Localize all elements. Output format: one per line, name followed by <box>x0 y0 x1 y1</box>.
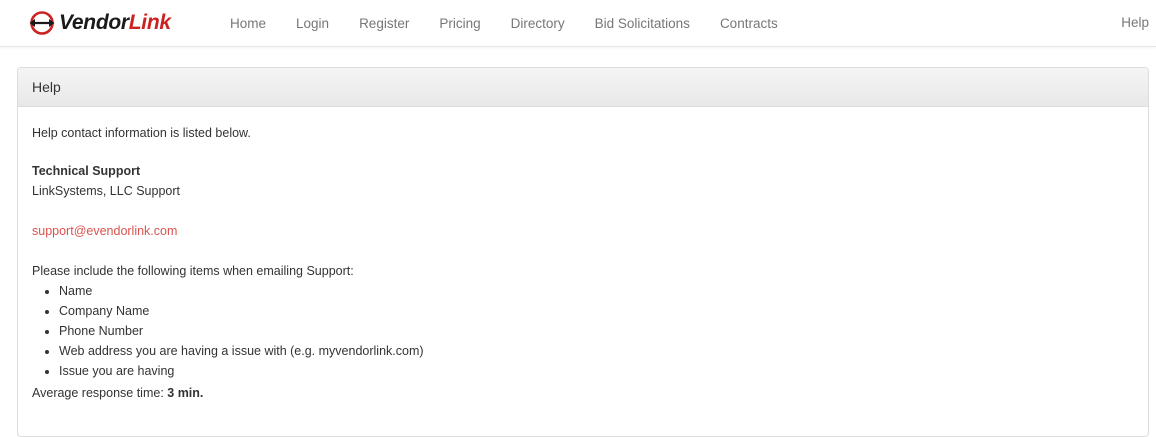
brand-name: VendorLink <box>59 11 171 34</box>
support-org: LinkSystems, LLC Support <box>32 184 180 198</box>
list-item: Phone Number <box>59 321 1148 341</box>
response-time-value: 3 min. <box>167 386 204 400</box>
nav-link-directory[interactable]: Directory <box>511 16 565 31</box>
items-intro-text: Please include the following items when … <box>32 264 354 278</box>
nav-links: Home Login Register Pricing Directory Bi… <box>230 0 808 46</box>
nav-link-login[interactable]: Login <box>296 16 329 31</box>
nav-link-home[interactable]: Home <box>230 16 266 31</box>
response-time-label: Average response time: <box>32 386 168 400</box>
list-item: Issue you are having <box>59 361 1148 381</box>
list-item: Name <box>59 281 1148 301</box>
brand-logo[interactable]: VendorLink <box>29 10 171 36</box>
nav-link-help[interactable]: Help <box>1121 0 1149 46</box>
panel-heading: Help <box>18 68 1148 107</box>
required-items-list: Name Company Name Phone Number Web addre… <box>32 281 1148 381</box>
list-item: Company Name <box>59 301 1148 321</box>
nav-link-register[interactable]: Register <box>359 16 409 31</box>
response-time: Average response time: 3 min. <box>32 383 1148 403</box>
panel-body: Help contact information is listed below… <box>18 107 1148 403</box>
list-item: Web address you are having a issue with … <box>59 341 1148 361</box>
nav-link-bid-solicitations[interactable]: Bid Solicitations <box>595 16 690 31</box>
vendorlink-logo-icon <box>29 11 55 35</box>
top-navbar: VendorLink Home Login Register Pricing D… <box>0 0 1156 47</box>
nav-link-contracts[interactable]: Contracts <box>720 16 778 31</box>
nav-link-pricing[interactable]: Pricing <box>439 16 480 31</box>
support-email-link[interactable]: support@evendorlink.com <box>32 221 1148 241</box>
support-title: Technical Support <box>32 164 141 178</box>
help-panel: Help Help contact information is listed … <box>17 67 1149 437</box>
intro-text: Help contact information is listed below… <box>32 126 251 140</box>
